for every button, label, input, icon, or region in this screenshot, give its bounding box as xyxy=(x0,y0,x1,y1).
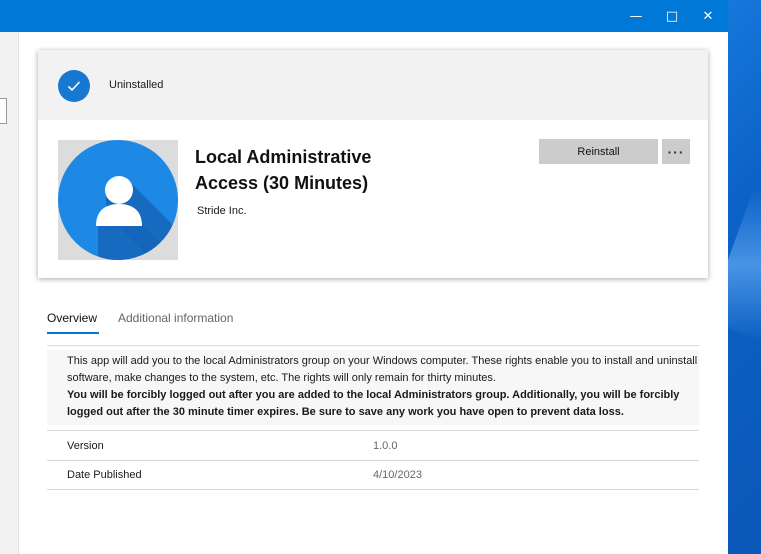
details-divider xyxy=(47,489,699,490)
more-options-icon: ··· xyxy=(667,143,685,160)
details-divider xyxy=(47,460,699,461)
app-description: This app will add you to the local Admin… xyxy=(47,350,699,425)
tab-additional-information[interactable]: Additional information xyxy=(118,311,233,325)
tabs-divider xyxy=(47,345,699,346)
checkmark-icon xyxy=(67,81,81,92)
app-icon xyxy=(58,140,178,260)
tab-overview[interactable]: Overview xyxy=(47,311,97,325)
status-check-badge xyxy=(58,70,90,102)
details-divider xyxy=(47,430,699,431)
app-window: — □ ✕ Uninstalled Local Administrative A… xyxy=(0,0,728,554)
publisher-name: Stride Inc. xyxy=(197,205,247,217)
maximize-button[interactable]: □ xyxy=(654,0,690,32)
app-title: Local Administrative Access (30 Minutes) xyxy=(195,147,372,193)
status-bar: Uninstalled xyxy=(38,50,708,120)
date-published-label: Date Published xyxy=(67,469,142,481)
tab-selected-indicator xyxy=(47,332,99,334)
title-bar: — □ ✕ xyxy=(0,0,728,32)
app-card: Uninstalled Local Administrative Access … xyxy=(38,50,708,278)
minimize-button[interactable]: — xyxy=(618,0,654,32)
more-options-button[interactable]: ··· xyxy=(662,139,690,164)
app-details-pane: Uninstalled Local Administrative Access … xyxy=(19,32,728,554)
version-value: 1.0.0 xyxy=(373,440,398,452)
version-label: Version xyxy=(67,440,104,452)
date-published-value: 4/10/2023 xyxy=(373,469,422,481)
close-button[interactable]: ✕ xyxy=(690,0,726,32)
description-text: This app will add you to the local Admin… xyxy=(67,355,698,384)
left-pane xyxy=(0,32,19,554)
user-icon xyxy=(58,140,178,260)
reinstall-button[interactable]: Reinstall xyxy=(539,139,658,164)
description-warning: You will be forcibly logged out after yo… xyxy=(67,389,680,418)
status-text: Uninstalled xyxy=(109,79,164,91)
left-pane-control[interactable] xyxy=(0,98,7,124)
